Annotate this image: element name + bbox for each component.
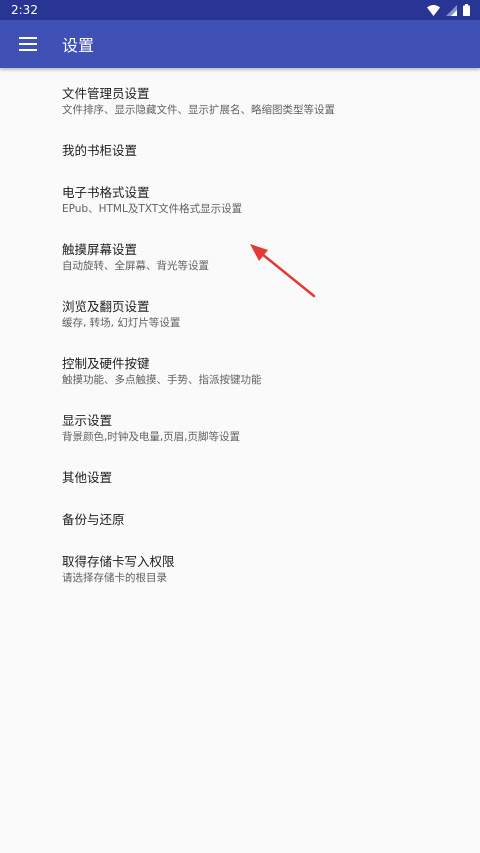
setting-backup-restore[interactable]: 备份与还原 [0, 499, 480, 541]
setting-bookshelf[interactable]: 我的书柜设置 [0, 130, 480, 172]
settings-list: 文件管理员设置 文件排序、显示隐藏文件、显示扩展名、略缩图类型等设置 我的书柜设… [0, 68, 480, 598]
wifi-icon [427, 4, 440, 16]
setting-title: 文件管理员设置 [62, 86, 150, 101]
setting-summary: 文件排序、显示隐藏文件、显示扩展名、略缩图类型等设置 [62, 104, 335, 116]
setting-summary: EPub、HTML及TXT文件格式显示设置 [62, 203, 243, 215]
setting-title: 其他设置 [62, 470, 113, 485]
app-bar: 设置 [0, 20, 480, 68]
setting-title: 备份与还原 [62, 512, 125, 527]
setting-title: 电子书格式设置 [62, 185, 150, 200]
page-title: 设置 [62, 36, 95, 55]
setting-title: 我的书柜设置 [62, 143, 138, 158]
setting-title: 触摸屏幕设置 [62, 242, 138, 257]
setting-controls-keys[interactable]: 控制及硬件按键 触摸功能、多点触摸、手势、指派按键功能 [0, 343, 480, 400]
setting-summary: 请选择存储卡的根目录 [62, 572, 167, 584]
status-icons [427, 4, 470, 16]
setting-display[interactable]: 显示设置 背景颜色,时钟及电量,页眉,页脚等设置 [0, 400, 480, 457]
setting-title: 控制及硬件按键 [62, 356, 150, 371]
battery-icon [463, 4, 470, 16]
setting-other[interactable]: 其他设置 [0, 457, 480, 499]
setting-title: 显示设置 [62, 413, 113, 428]
setting-touch-screen[interactable]: 触摸屏幕设置 自动旋转、全屏幕、背光等设置 [0, 229, 480, 286]
setting-ebook-format[interactable]: 电子书格式设置 EPub、HTML及TXT文件格式显示设置 [0, 172, 480, 229]
setting-browse-paging[interactable]: 浏览及翻页设置 缓存, 转场, 幻灯片等设置 [0, 286, 480, 343]
setting-file-manager[interactable]: 文件管理员设置 文件排序、显示隐藏文件、显示扩展名、略缩图类型等设置 [0, 73, 480, 130]
setting-summary: 自动旋转、全屏幕、背光等设置 [62, 260, 209, 272]
hamburger-menu-icon[interactable] [16, 32, 40, 56]
setting-title: 浏览及翻页设置 [62, 299, 150, 314]
setting-title: 取得存储卡写入权限 [62, 554, 175, 569]
setting-summary: 缓存, 转场, 幻灯片等设置 [62, 317, 181, 329]
setting-sdcard-permission[interactable]: 取得存储卡写入权限 请选择存储卡的根目录 [0, 541, 480, 598]
status-time: 2:32 [11, 3, 38, 17]
signal-icon [446, 4, 457, 16]
setting-summary: 触摸功能、多点触摸、手势、指派按键功能 [62, 374, 262, 386]
status-bar: 2:32 [0, 0, 480, 20]
setting-summary: 背景颜色,时钟及电量,页眉,页脚等设置 [62, 431, 241, 443]
